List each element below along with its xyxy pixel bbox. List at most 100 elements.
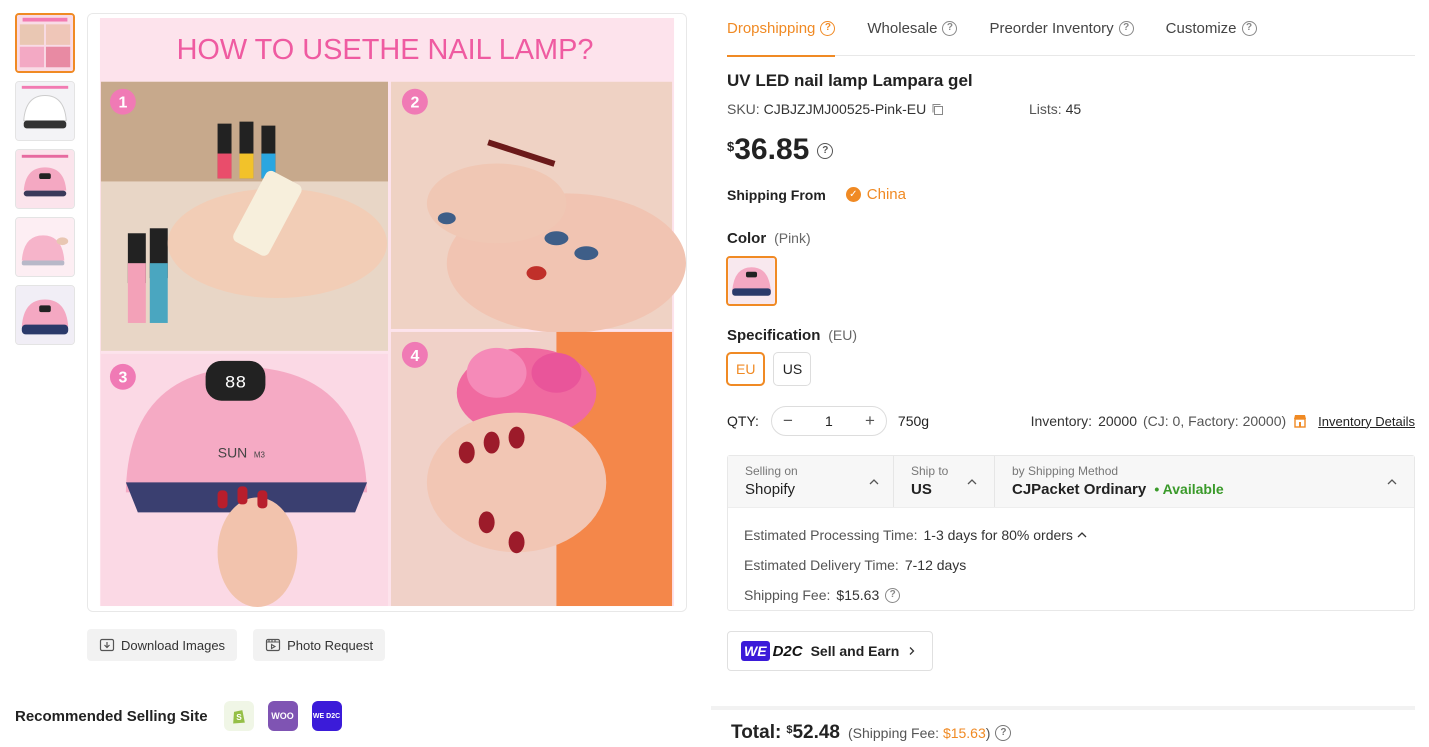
- availability-status: • Available: [1154, 481, 1224, 497]
- main-product-image[interactable]: HOW TO USETHE NAIL LAMP? 1 2 88 SUN M3 3…: [87, 13, 687, 612]
- sku-value: CJBJZJMJ00525-Pink-EU: [763, 101, 927, 117]
- shipping-method-selector[interactable]: by Shipping Method CJPacket Ordinary • A…: [995, 456, 1414, 507]
- ship-to-selector[interactable]: Ship to US: [894, 456, 995, 507]
- chevron-up-icon[interactable]: [1076, 529, 1088, 541]
- svg-text:SUN: SUN: [218, 445, 247, 461]
- shipping-fee-label: Shipping Fee:: [744, 587, 831, 603]
- svg-text:2: 2: [410, 95, 419, 112]
- recommended-selling-site: Recommended Selling Site S WOO WE D2C: [15, 701, 342, 731]
- price-amount: 36.85: [734, 133, 810, 166]
- recommended-label: Recommended Selling Site: [15, 707, 208, 725]
- thumbnail-strip: [15, 13, 75, 353]
- total-amount: 52.48: [792, 722, 840, 743]
- photo-request-button[interactable]: Photo Request: [253, 629, 386, 661]
- inventory-breakdown: (CJ: 0, Factory: 20000): [1143, 413, 1287, 429]
- spec-option-us[interactable]: US: [773, 352, 812, 386]
- chevron-up-icon: [1387, 479, 1397, 485]
- shipping-method-label: by Shipping Method: [1012, 464, 1119, 478]
- processing-time-row: Estimated Processing Time: 1-3 days for …: [744, 520, 1414, 550]
- specification-selected: (EU): [828, 327, 858, 343]
- color-swatch-pink[interactable]: [726, 256, 777, 306]
- we-d2c-logo: WE D2C: [741, 640, 803, 662]
- help-icon[interactable]: ?: [1118, 20, 1134, 36]
- ship-to-value: US: [911, 481, 932, 498]
- order-total: Total: $ 52.48 (Shipping Fee: $15.63) ?: [731, 722, 1012, 744]
- download-images-button[interactable]: Download Images: [87, 629, 238, 661]
- total-shipping-fee: (Shipping Fee: $15.63): [847, 725, 991, 741]
- inventory-details-link[interactable]: Inventory Details: [1318, 414, 1415, 429]
- chevron-up-icon: [967, 479, 977, 485]
- spec-option-eu[interactable]: EU: [726, 352, 766, 386]
- inventory-value: 20000: [1098, 413, 1137, 429]
- price-currency: $: [727, 139, 735, 154]
- selling-on-selector[interactable]: Selling on Shopify: [728, 456, 894, 507]
- help-icon[interactable]: ?: [820, 20, 836, 36]
- thumbnail-2[interactable]: [15, 81, 75, 141]
- svg-text:1: 1: [118, 95, 127, 112]
- tab-wholesale[interactable]: Wholesale ?: [867, 0, 958, 56]
- tab-dropshipping[interactable]: Dropshipping ?: [727, 0, 836, 57]
- shipping-panel: Selling on Shopify Ship to US by Shippin…: [727, 455, 1415, 611]
- svg-text:3: 3: [118, 370, 127, 387]
- woocommerce-icon[interactable]: WOO: [267, 701, 298, 731]
- help-icon[interactable]: ?: [885, 587, 901, 603]
- purchase-mode-tabs: Dropshipping ? Wholesale ? Preorder Inve…: [727, 0, 1415, 57]
- shipping-method-value: CJPacket Ordinary: [1012, 481, 1147, 498]
- qty-decrement-button[interactable]: −: [780, 411, 796, 431]
- product-price: $ 36.85 ?: [727, 133, 834, 167]
- delivery-time-label: Estimated Delivery Time:: [744, 557, 899, 573]
- total-divider: [711, 706, 1415, 710]
- color-label-row: Color (Pink): [727, 230, 811, 247]
- shipping-from-option[interactable]: ✓ China: [845, 186, 906, 203]
- we-d2c-site-icon[interactable]: WE D2C: [311, 701, 342, 731]
- svg-text:88: 88: [225, 374, 247, 394]
- chevron-right-icon: [909, 647, 915, 655]
- svg-text:S: S: [236, 712, 242, 722]
- total-label: Total:: [731, 722, 782, 743]
- qty-input[interactable]: [808, 413, 849, 429]
- shipping-selectors: Selling on Shopify Ship to US by Shippin…: [728, 456, 1414, 508]
- color-label: Color: [727, 230, 767, 247]
- thumbnail-3[interactable]: [15, 149, 75, 209]
- chevron-up-icon: [869, 479, 879, 485]
- photo-request-label: Photo Request: [287, 637, 374, 653]
- inventory-label: Inventory:: [1030, 413, 1093, 429]
- sell-and-earn-label: Sell and Earn: [810, 643, 900, 659]
- qty-increment-button[interactable]: +: [862, 411, 878, 431]
- lists-label: Lists:: [1029, 101, 1062, 117]
- shipping-details: Estimated Processing Time: 1-3 days for …: [728, 508, 1414, 610]
- image-actions: Download Images Photo Request: [87, 629, 386, 661]
- thumbnail-5[interactable]: [15, 285, 75, 345]
- processing-time-label: Estimated Processing Time:: [744, 527, 918, 543]
- processing-time-value: 1-3 days for 80% orders: [923, 527, 1073, 543]
- tab-customize[interactable]: Customize ?: [1166, 0, 1257, 56]
- inventory-info: Inventory: 20000 (CJ: 0, Factory: 20000)…: [1031, 413, 1415, 429]
- sku-row: SKU: CJBJZJMJ00525-Pink-EU: [727, 101, 944, 117]
- thumbnail-1[interactable]: [15, 13, 75, 73]
- lists-value: 45: [1065, 101, 1082, 117]
- qty-label: QTY:: [727, 413, 759, 429]
- thumbnail-4[interactable]: [15, 217, 75, 277]
- tab-preorder-inventory[interactable]: Preorder Inventory ?: [989, 0, 1134, 56]
- specification-options: EU US: [726, 352, 812, 386]
- help-icon[interactable]: ?: [942, 20, 958, 36]
- delivery-time-row: Estimated Delivery Time: 7-12 days: [744, 550, 1414, 580]
- shipping-fee-value: $15.63: [836, 587, 880, 603]
- ship-to-label: Ship to: [911, 464, 949, 478]
- help-icon[interactable]: ?: [1241, 20, 1257, 36]
- download-images-label: Download Images: [121, 637, 226, 653]
- shopify-icon[interactable]: S: [223, 701, 254, 731]
- total-help-icon[interactable]: ?: [995, 725, 1012, 741]
- download-icon: [99, 638, 115, 652]
- color-selected: (Pink): [774, 230, 811, 246]
- store-icon: [1294, 415, 1307, 428]
- specification-label: Specification: [727, 327, 821, 344]
- svg-text:4: 4: [410, 348, 419, 365]
- shipping-from-label: Shipping From: [727, 186, 826, 203]
- price-help-icon[interactable]: ?: [817, 143, 834, 159]
- check-icon: ✓: [845, 187, 861, 202]
- product-weight: 750g: [897, 413, 930, 429]
- copy-icon[interactable]: [931, 103, 944, 116]
- sku-label: SKU:: [727, 101, 760, 117]
- we-d2c-sell-and-earn-button[interactable]: WE D2C Sell and Earn: [727, 631, 933, 671]
